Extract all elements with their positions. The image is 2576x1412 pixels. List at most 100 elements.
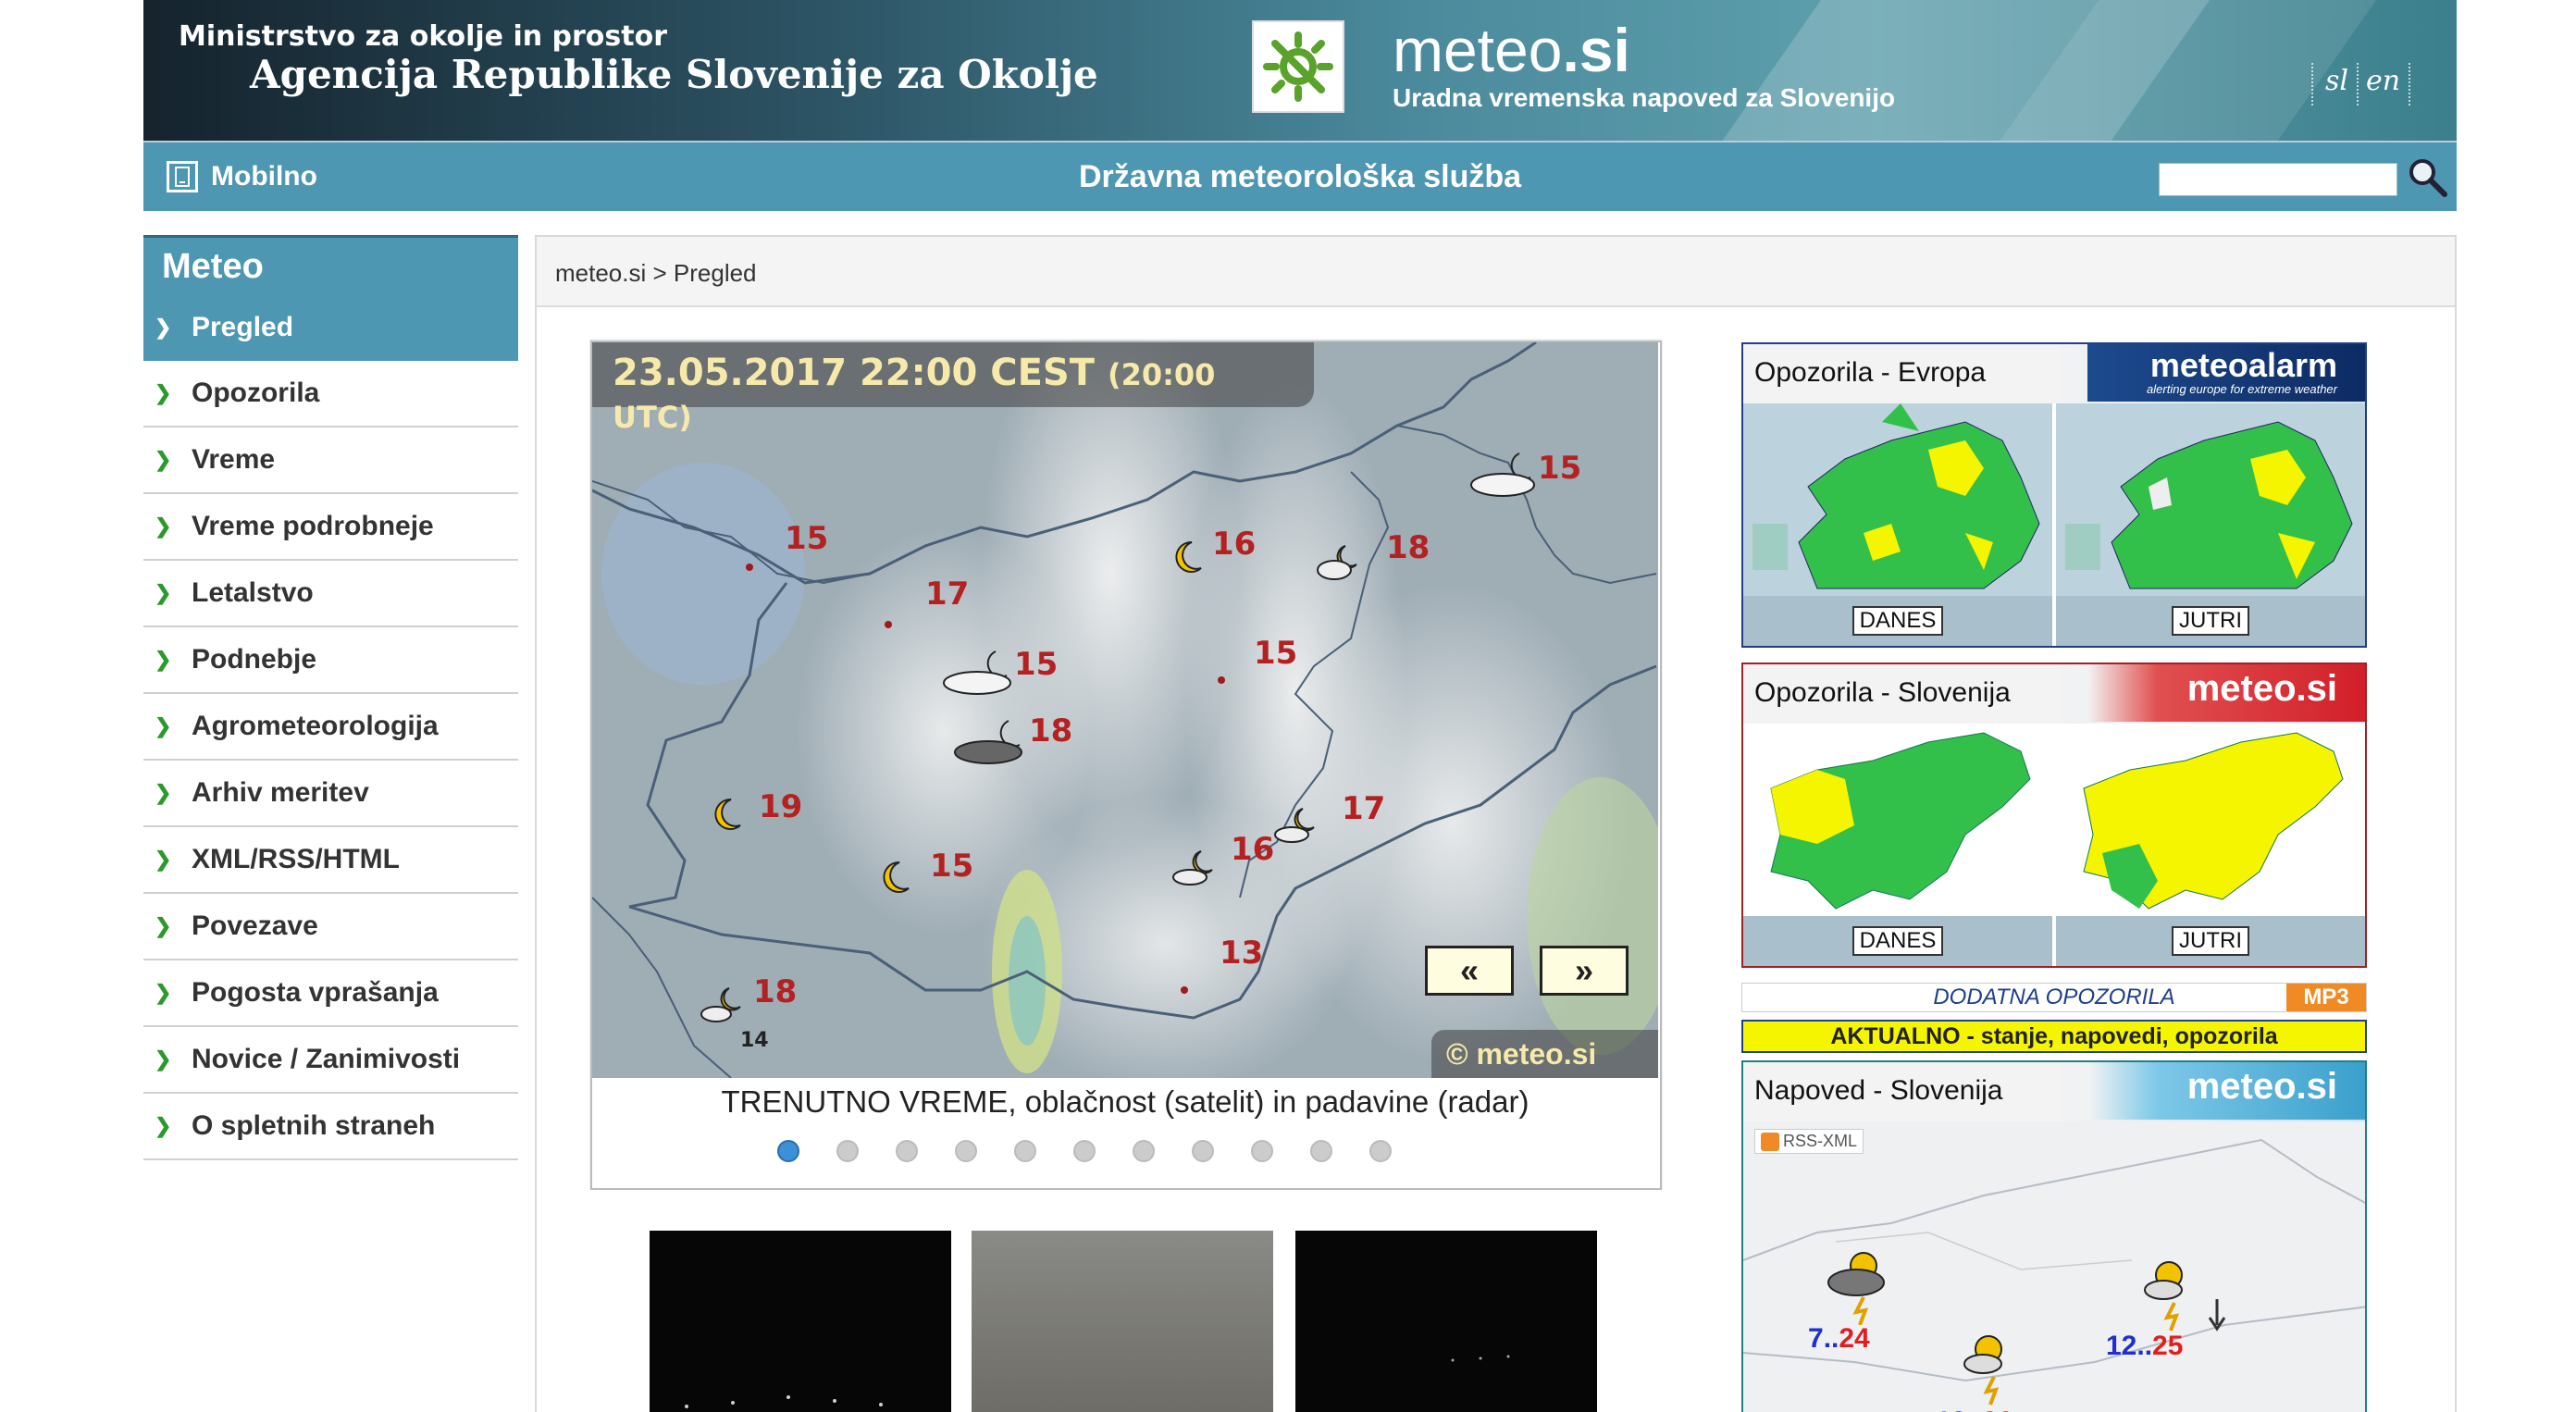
sidebar-item-letalstvo[interactable]: ❯ Letalstvo <box>143 561 518 627</box>
moon-icon <box>883 861 910 893</box>
warnings-europe-widget[interactable]: Opozorila - Evropa meteoalarm alerting e… <box>1741 342 2367 648</box>
chevron-right-icon: ❯ <box>155 848 172 871</box>
rain-thunder-icon <box>1827 1252 1885 1325</box>
map-timestamp: 23.05.2017 22:00 CEST (20:00 UTC) <box>592 342 1314 435</box>
chevron-right-icon: ❯ <box>155 1047 172 1071</box>
page: Ministrstvo za okolje in prostor Agencij… <box>0 0 2576 1412</box>
europe-map-today[interactable] <box>1743 403 2052 596</box>
sidebar-item-pogosta-vprasanja[interactable]: ❯ Pogosta vprašanja <box>143 960 518 1027</box>
sidebar: Meteo ❯ Pregled ❯ Opozorila ❯ Vreme ❯ Vreme … <box>143 235 518 1160</box>
today-button[interactable]: DANES <box>1852 926 1944 956</box>
forecast-range: 12..26 <box>1936 1406 2012 1412</box>
sidebar-item-agrometeorologija[interactable]: ❯ Agrometeorologija <box>143 694 518 761</box>
temp-label: 15 <box>1254 635 1298 672</box>
rain-thunder-icon <box>2144 1261 2183 1331</box>
weather-map[interactable]: 23.05.2017 22:00 CEST (20:00 UTC) 15 17 … <box>592 342 1658 1078</box>
cloud-moon-icon <box>1470 452 1535 497</box>
forecast-range: 12..25 <box>2106 1331 2184 1361</box>
slider-dot[interactable] <box>1251 1140 1273 1162</box>
dark-cloud-moon-icon <box>954 720 1022 764</box>
sidebar-item-vreme[interactable]: ❯ Vreme <box>143 427 518 494</box>
warnings-slovenia-widget[interactable]: Opozorila - Slovenija meteo.si DANES JUT… <box>1741 663 2367 968</box>
widget-title: Napoved - Slovenija <box>1754 1075 2003 1106</box>
cloud-moon-icon <box>1274 808 1315 843</box>
meteoalarm-logo[interactable]: meteoalarm alerting europe for extreme w… <box>2087 344 2365 402</box>
meteo-logo-icon[interactable] <box>1252 20 1344 113</box>
extra-warnings-link[interactable]: DODATNA OPOZORILA MP3 <box>1741 983 2367 1012</box>
sidebar-item-o-spletnih-straneh[interactable]: ❯ O spletnih straneh <box>143 1094 518 1160</box>
slider-dot[interactable] <box>1192 1140 1214 1162</box>
slider-prev-button[interactable]: « <box>1425 946 1514 996</box>
sidebar-item-arhiv-meritev[interactable]: ❯ Arhiv meritev <box>143 761 518 827</box>
slider-dot[interactable] <box>836 1140 859 1162</box>
temp-label: 15 <box>1014 646 1059 683</box>
sidebar-item-xml-rss-html[interactable]: ❯ XML/RSS/HTML <box>143 827 518 894</box>
webcam-thumbnail[interactable] <box>1295 1231 1597 1412</box>
sidebar-item-novice[interactable]: ❯ Novice / Zanimivosti <box>143 1027 518 1094</box>
slider-dot[interactable] <box>777 1140 799 1162</box>
slider-dot[interactable] <box>1073 1140 1096 1162</box>
temp-label: 18 <box>1029 712 1073 749</box>
temp-label: 18 <box>753 973 798 1010</box>
temp-label: 17 <box>925 576 970 613</box>
sidebar-item-povezave[interactable]: ❯ Povezave <box>143 894 518 960</box>
temp-label: 18 <box>1386 529 1430 566</box>
forecast-map[interactable]: RSS-XML 7..24 12..26 12..25 <box>1743 1121 2365 1412</box>
slider-dot[interactable] <box>1369 1140 1392 1162</box>
chevron-right-icon: ❯ <box>155 381 172 404</box>
europe-map-tomorrow[interactable] <box>2056 403 2365 596</box>
temp-label: 14 <box>740 1029 769 1052</box>
slovenia-map-tomorrow[interactable] <box>2056 724 2365 916</box>
meteo-si-logo[interactable]: meteo.si <box>2087 664 2365 722</box>
sidebar-item-vreme-podrobneje[interactable]: ❯ Vreme podrobneje <box>143 494 518 561</box>
temp-label: 17 <box>1342 790 1386 827</box>
moon-icon <box>714 798 741 830</box>
mp3-badge[interactable]: MP3 <box>2286 984 2366 1011</box>
rss-icon <box>1761 1132 1779 1151</box>
cloud-moon-icon <box>1317 545 1357 580</box>
breadcrumb[interactable]: meteo.si > Pregled <box>537 237 2455 307</box>
agency-name[interactable]: Agencija Republike Slovenije za Okolje <box>250 52 1098 97</box>
sidebar-item-podnebje[interactable]: ❯ Podnebje <box>143 627 518 694</box>
slovenia-map-today[interactable] <box>1743 724 2052 916</box>
rss-xml-link[interactable]: RSS-XML <box>1754 1129 1864 1154</box>
search-input[interactable] <box>2159 163 2397 196</box>
chevron-right-icon: ❯ <box>155 581 172 604</box>
slider-dot[interactable] <box>955 1140 977 1162</box>
site-title[interactable]: meteo.si <box>1393 15 1630 85</box>
chevron-right-icon: ❯ <box>155 714 172 737</box>
site-subtitle: Uradna vremenska napoved za Slovenijo <box>1393 83 1896 112</box>
chevron-right-icon: ❯ <box>155 648 172 671</box>
slider-dot[interactable] <box>1310 1140 1332 1162</box>
search-icon[interactable] <box>2406 155 2448 198</box>
chevron-right-icon: ❯ <box>155 316 172 339</box>
webcam-thumbnail[interactable] <box>650 1231 951 1412</box>
widget-title: Opozorila - Evropa <box>1754 357 1987 388</box>
meteo-si-logo[interactable]: meteo.si <box>2087 1062 2365 1120</box>
slider-dot[interactable] <box>1014 1140 1036 1162</box>
widget-title: Opozorila - Slovenija <box>1754 677 2011 708</box>
current-news-link[interactable]: AKTUALNO - stanje, napovedi, opozorila <box>1741 1020 2367 1053</box>
sidebar-item-opozorila[interactable]: ❯ Opozorila <box>143 361 518 427</box>
temp-label: 16 <box>1212 526 1257 563</box>
lang-sl-link[interactable]: sl <box>2325 65 2348 97</box>
sidebar-heading: Meteo <box>143 235 518 296</box>
slider-next-button[interactable]: » <box>1540 946 1629 996</box>
forecast-slovenia-widget[interactable]: Napoved - Slovenija meteo.si RSS-XML 7..… <box>1741 1060 2367 1412</box>
rain-thunder-icon <box>1963 1335 2002 1406</box>
webcam-thumbnail[interactable] <box>972 1231 1273 1412</box>
slider-dot[interactable] <box>1133 1140 1155 1162</box>
tomorrow-button[interactable]: JUTRI <box>2172 606 2249 636</box>
chevron-right-icon: ❯ <box>155 1114 172 1137</box>
chevron-right-icon: ❯ <box>155 781 172 804</box>
sidebar-item-pregled[interactable]: ❯ Pregled <box>143 296 518 361</box>
slider-dot[interactable] <box>896 1140 918 1162</box>
today-button[interactable]: DANES <box>1852 606 1944 636</box>
tomorrow-button[interactable]: JUTRI <box>2172 926 2249 956</box>
temp-label: 15 <box>1538 450 1582 487</box>
chevron-right-icon: ❯ <box>155 914 172 937</box>
nav-bar: Mobilno Državna meteorološka služba <box>143 141 2457 211</box>
lang-en-link[interactable]: en <box>2366 65 2400 97</box>
temp-label: 15 <box>785 520 829 557</box>
forecast-range: 7..24 <box>1808 1323 1870 1354</box>
